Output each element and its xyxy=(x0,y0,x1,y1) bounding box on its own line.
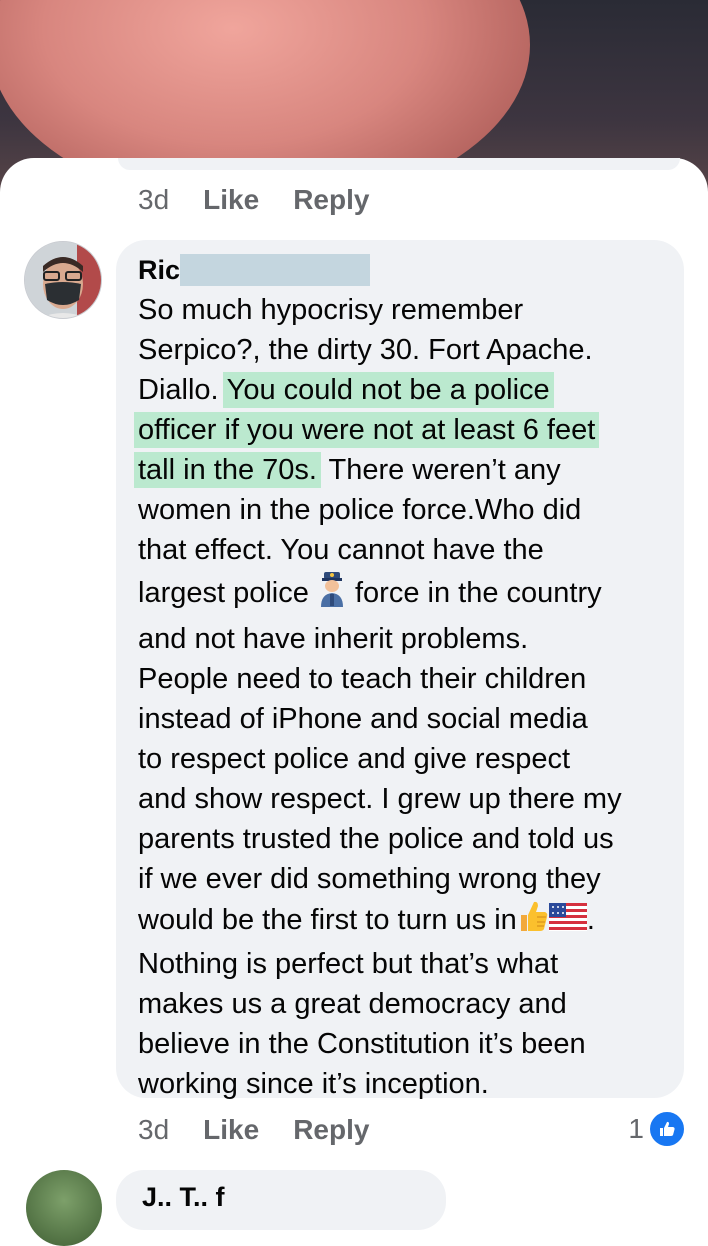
like-reaction-icon xyxy=(648,1110,686,1148)
previous-comment-time: 3d xyxy=(138,184,170,215)
previous-like-button[interactable]: Like xyxy=(203,184,259,216)
next-comment-author[interactable]: J.. T.. f xyxy=(142,1182,225,1213)
previous-comment-actions: 3d Like Reply xyxy=(138,180,403,220)
comment-author[interactable]: Ric xyxy=(138,254,180,286)
reply-button[interactable]: Reply xyxy=(293,1114,369,1146)
next-comment-bubble: J.. T.. f xyxy=(116,1170,446,1230)
comment-text: So much hypocrisy remember Serpico?, the… xyxy=(134,290,678,1104)
comment-actions: 3d Like Reply xyxy=(138,1110,403,1150)
like-button[interactable]: Like xyxy=(203,1114,259,1146)
comment-time: 3d xyxy=(138,1114,170,1145)
comment-text-part-3: force in the country and not have inheri… xyxy=(138,577,622,937)
us-flag-icon xyxy=(548,902,587,942)
reaction-count: 1 xyxy=(628,1113,644,1144)
previous-comment-bubble xyxy=(118,158,680,170)
thumbs-up-icon xyxy=(517,899,549,944)
redaction-block xyxy=(180,254,370,286)
avatar[interactable] xyxy=(24,241,102,319)
next-comment-avatar[interactable] xyxy=(26,1170,102,1246)
police-officer-icon xyxy=(317,570,347,619)
comment-bubble: Ric So much hypocrisy remember Serpico?,… xyxy=(116,240,684,1100)
previous-reply-button[interactable]: Reply xyxy=(293,184,369,216)
reaction-summary[interactable]: 1 xyxy=(628,1110,686,1148)
avatar-photo-icon xyxy=(25,242,101,318)
